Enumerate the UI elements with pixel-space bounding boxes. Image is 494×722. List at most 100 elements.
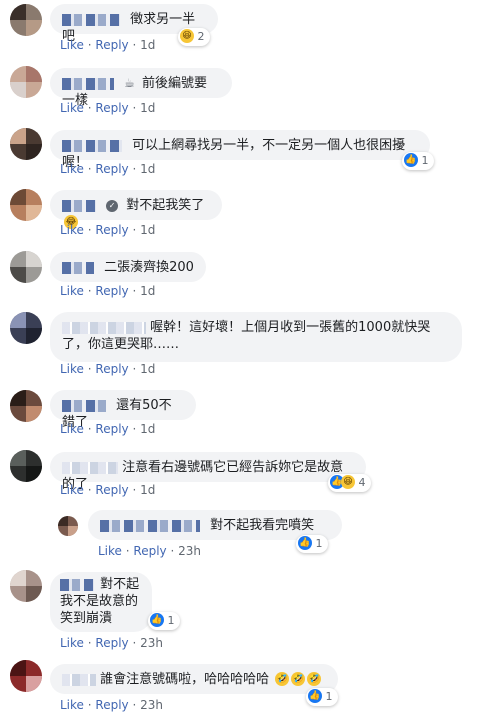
comment-text: 誰會注意號碼啦，哈哈哈哈哈 [100, 672, 270, 687]
avatar[interactable] [10, 189, 42, 221]
like-button[interactable]: Like [60, 422, 84, 436]
comment: 喔幹！這好壞！上個月收到一張舊的1000就快哭 了，你這更哭耶…… Like ·… [0, 308, 494, 384]
separator: · [132, 483, 137, 497]
comment-actions: Like · Reply · 23h [98, 544, 201, 558]
comment-time[interactable]: 1d [140, 223, 155, 237]
comment-actions: Like · Reply · 1d [60, 422, 155, 436]
commenter-name[interactable] [62, 77, 114, 90]
reaction-count: 4 [358, 476, 366, 489]
comment-time[interactable]: 23h [140, 698, 163, 712]
commenter-name[interactable] [62, 13, 120, 26]
reply-button[interactable]: Reply [95, 422, 128, 436]
thumbs-up-icon: 👍 [404, 153, 418, 167]
comment-time[interactable]: 1d [140, 101, 155, 115]
separator: · [132, 38, 137, 52]
reply-button[interactable]: Reply [95, 636, 128, 650]
comment: ✓ 對不起我笑了 😂 Like · Reply · 1d [0, 184, 494, 244]
comment-time[interactable]: 1d [140, 162, 155, 176]
laughing-face-icon: 🤣 [291, 671, 306, 686]
avatar[interactable] [10, 251, 42, 283]
reaction-summary[interactable]: 😆 2 [178, 28, 210, 46]
comment-text-line: 了，你這更哭耶…… [62, 337, 180, 352]
reaction-summary[interactable]: 👍 1 [296, 535, 328, 553]
avatar[interactable] [10, 128, 42, 160]
reaction-count: 1 [167, 614, 175, 627]
comment-actions: Like · Reply · 1d [60, 101, 155, 115]
separator: · [87, 223, 92, 237]
comment-text-line: 笑到崩潰 [60, 611, 113, 626]
reply-button[interactable]: Reply [95, 698, 128, 712]
comment-bubble: 還有50不錯了 [50, 390, 196, 430]
comment-text-line: 對不起 [100, 577, 140, 592]
commenter-name[interactable] [62, 673, 96, 686]
laughing-face-icon: 🤣 [307, 671, 322, 686]
like-button[interactable]: Like [60, 101, 84, 115]
commenter-name[interactable] [62, 461, 118, 474]
separator: · [87, 362, 92, 376]
reaction-summary[interactable]: 👍 1 [148, 612, 180, 630]
separator: · [87, 162, 92, 176]
comment-bubble: ✓ 對不起我笑了 😂 [50, 190, 222, 229]
like-button[interactable]: Like [60, 223, 84, 237]
reply-button[interactable]: Reply [95, 362, 128, 376]
separator: · [132, 362, 137, 376]
like-button[interactable]: Like [60, 162, 84, 176]
like-button[interactable]: Like [60, 636, 84, 650]
like-button[interactable]: Like [60, 38, 84, 52]
comment: 對不起 我不是故意的 笑到崩潰 👍 1 Like · Reply · 23h [0, 566, 494, 656]
avatar[interactable] [10, 570, 42, 602]
comment: 徵求另一半吧 😆 2 Like · Reply · 1d [0, 0, 494, 56]
commenter-name[interactable] [62, 399, 106, 412]
like-button[interactable]: Like [60, 284, 84, 298]
comment-time[interactable]: 23h [140, 636, 163, 650]
commenter-name[interactable] [100, 519, 200, 532]
reaction-count: 2 [197, 30, 205, 43]
avatar[interactable] [10, 390, 42, 422]
like-button[interactable]: Like [98, 544, 122, 558]
separator: · [132, 162, 137, 176]
comment-time[interactable]: 1d [140, 422, 155, 436]
reply-button[interactable]: Reply [95, 101, 128, 115]
like-button[interactable]: Like [60, 362, 84, 376]
reply-button[interactable]: Reply [95, 223, 128, 237]
thumbs-up-icon: 👍 [308, 689, 322, 703]
comment-actions: Like · Reply · 1d [60, 284, 155, 298]
comment-actions: Like · Reply · 1d [60, 162, 155, 176]
comment-time[interactable]: 1d [140, 362, 155, 376]
reply-button[interactable]: Reply [95, 162, 128, 176]
commenter-name[interactable] [60, 578, 94, 591]
separator: · [87, 422, 92, 436]
reply-button[interactable]: Reply [95, 284, 128, 298]
reaction-summary[interactable]: 👍😆 4 [328, 474, 371, 492]
commenter-name[interactable] [62, 261, 94, 274]
comment-text-line: 喔幹！這好壞！上個月收到一張舊的1000就快哭 [150, 320, 431, 335]
comment-time[interactable]: 1d [140, 38, 155, 52]
reaction-summary[interactable]: 👍 1 [402, 152, 434, 170]
reply-comment: 對不起我看完噴笑 👍 1 Like · Reply · 23h [0, 506, 494, 562]
avatar[interactable] [10, 4, 42, 36]
comment: 可以上網尋找另一半，不一定另一個人也很困擾喔！ 👍 1 Like · Reply… [0, 122, 494, 182]
comment-time[interactable]: 1d [140, 483, 155, 497]
avatar[interactable] [10, 312, 42, 344]
comment-text: 對不起我看完噴笑 [210, 518, 315, 533]
commenter-name[interactable] [62, 199, 96, 212]
separator: · [132, 422, 137, 436]
reply-button[interactable]: Reply [133, 544, 166, 558]
reply-button[interactable]: Reply [95, 483, 128, 497]
commenter-name[interactable] [62, 321, 146, 334]
reaction-count: 1 [325, 690, 333, 703]
separator: · [87, 101, 92, 115]
avatar[interactable] [10, 66, 42, 98]
avatar[interactable] [58, 516, 78, 536]
comment-time[interactable]: 1d [140, 284, 155, 298]
avatar[interactable] [10, 450, 42, 482]
commenter-name[interactable] [62, 139, 122, 152]
like-button[interactable]: Like [60, 483, 84, 497]
reaction-summary[interactable]: 👍 1 [306, 688, 338, 706]
separator: · [125, 544, 130, 558]
comment-bubble: 對不起 我不是故意的 笑到崩潰 [50, 572, 152, 632]
avatar[interactable] [10, 660, 42, 692]
comment-time[interactable]: 23h [178, 544, 201, 558]
reply-button[interactable]: Reply [95, 38, 128, 52]
like-button[interactable]: Like [60, 698, 84, 712]
